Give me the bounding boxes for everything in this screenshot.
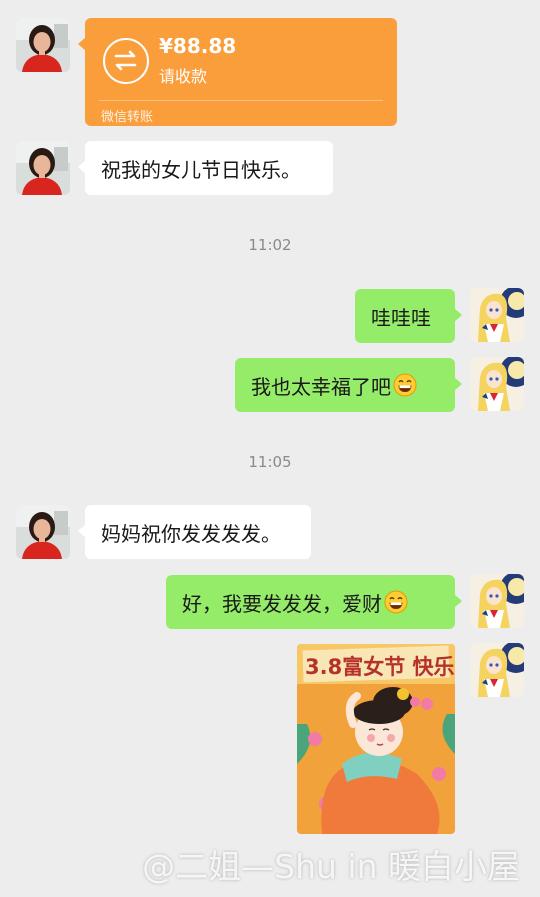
contact-avatar[interactable] [16, 18, 70, 72]
grin-emoji-icon [393, 373, 417, 397]
user-avatar[interactable] [470, 288, 524, 342]
message-text: 好，我要发发发，爱财 [182, 591, 382, 616]
sticker-title: 3.8富女节 快乐 [305, 655, 455, 679]
message-bubble[interactable]: 妈妈祝你发发发发。 [78, 505, 311, 559]
message-text: 我也太幸福了吧 [251, 374, 391, 399]
user-avatar[interactable] [470, 357, 524, 411]
user-avatar[interactable] [470, 643, 524, 697]
watermark: @二姐—Shu in 暖白小屋 [142, 847, 520, 886]
contact-avatar[interactable] [16, 505, 70, 559]
sticker-image[interactable]: 3.8富女节 快乐 [297, 644, 455, 834]
transfer-subtitle: 请收款 [159, 67, 208, 86]
message-bubble[interactable]: 我也太幸福了吧 [235, 358, 462, 412]
message-text: 妈妈祝你发发发发。 [101, 521, 281, 546]
message-bubble[interactable]: 哇哇哇 [355, 289, 462, 343]
transfer-divider [99, 100, 383, 101]
message-text: 祝我的女儿节日快乐。 [101, 157, 301, 182]
message-bubble[interactable]: 祝我的女儿节日快乐。 [78, 141, 333, 195]
transfer-amount: ¥88.88 [159, 34, 237, 58]
message-text: 哇哇哇 [371, 305, 431, 330]
transfer-footer: 微信转账 [101, 110, 154, 125]
timestamp: 11:05 [248, 453, 292, 471]
transfer-card[interactable]: ¥88.88 请收款 微信转账 [78, 18, 397, 126]
timestamp: 11:02 [248, 236, 292, 254]
user-avatar[interactable] [470, 574, 524, 628]
message-bubble[interactable]: 好，我要发发发，爱财 [166, 575, 462, 629]
grin-emoji-icon [384, 590, 408, 614]
transfer-icon [103, 38, 149, 84]
contact-avatar[interactable] [16, 141, 70, 195]
